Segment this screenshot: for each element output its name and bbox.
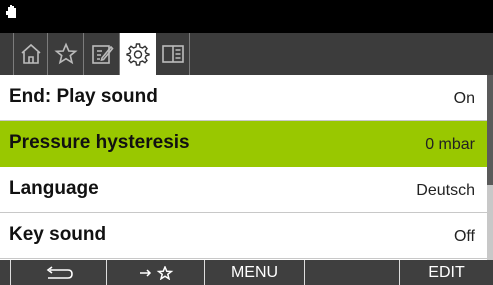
setting-value: On <box>453 90 475 107</box>
setting-label: Pressure hysteresis <box>9 132 190 153</box>
setting-label: Key sound <box>9 224 107 245</box>
setting-label: Language <box>9 178 99 199</box>
add-favorite-softkey[interactable] <box>107 260 205 285</box>
tab-manual[interactable] <box>156 33 190 75</box>
setting-value: 0 mbar <box>425 136 475 153</box>
arrow-star-icon <box>139 265 173 280</box>
softkey-bar: MENU EDIT <box>0 260 493 285</box>
back-arrow-icon <box>46 265 73 279</box>
list-scrollbar[interactable] <box>487 75 493 260</box>
setting-value: Deutsch <box>416 182 475 199</box>
setting-row-end-play-sound[interactable]: End: Play sound On <box>0 75 487 121</box>
status-bar <box>0 0 493 33</box>
hand-icon <box>6 5 16 18</box>
empty-softkey[interactable] <box>305 260 400 285</box>
tab-edit[interactable] <box>84 33 120 75</box>
back-softkey[interactable] <box>10 260 107 285</box>
setting-row-pressure-hysteresis[interactable]: Pressure hysteresis 0 mbar <box>0 121 487 167</box>
book-icon <box>161 45 184 63</box>
setting-value: Off <box>453 228 475 245</box>
star-icon <box>53 42 78 65</box>
menu-softkey[interactable]: MENU <box>205 260 305 285</box>
tab-favorites[interactable] <box>48 33 84 75</box>
scrollbar-thumb[interactable] <box>487 75 493 185</box>
tab-settings[interactable] <box>120 33 156 75</box>
device-screen: End: Play sound On Pressure hysteresis 0… <box>0 0 493 285</box>
setting-row-language[interactable]: Language Deutsch <box>0 167 487 213</box>
settings-list: End: Play sound On Pressure hysteresis 0… <box>0 75 493 260</box>
setting-row-key-sound[interactable]: Key sound Off <box>0 213 487 259</box>
tab-bar <box>0 33 493 75</box>
home-icon <box>20 43 41 64</box>
gear-icon <box>125 43 150 66</box>
edit-icon <box>91 45 114 64</box>
edit-softkey[interactable]: EDIT <box>400 260 493 285</box>
setting-label: End: Play sound <box>9 86 158 107</box>
tab-home[interactable] <box>13 33 48 75</box>
